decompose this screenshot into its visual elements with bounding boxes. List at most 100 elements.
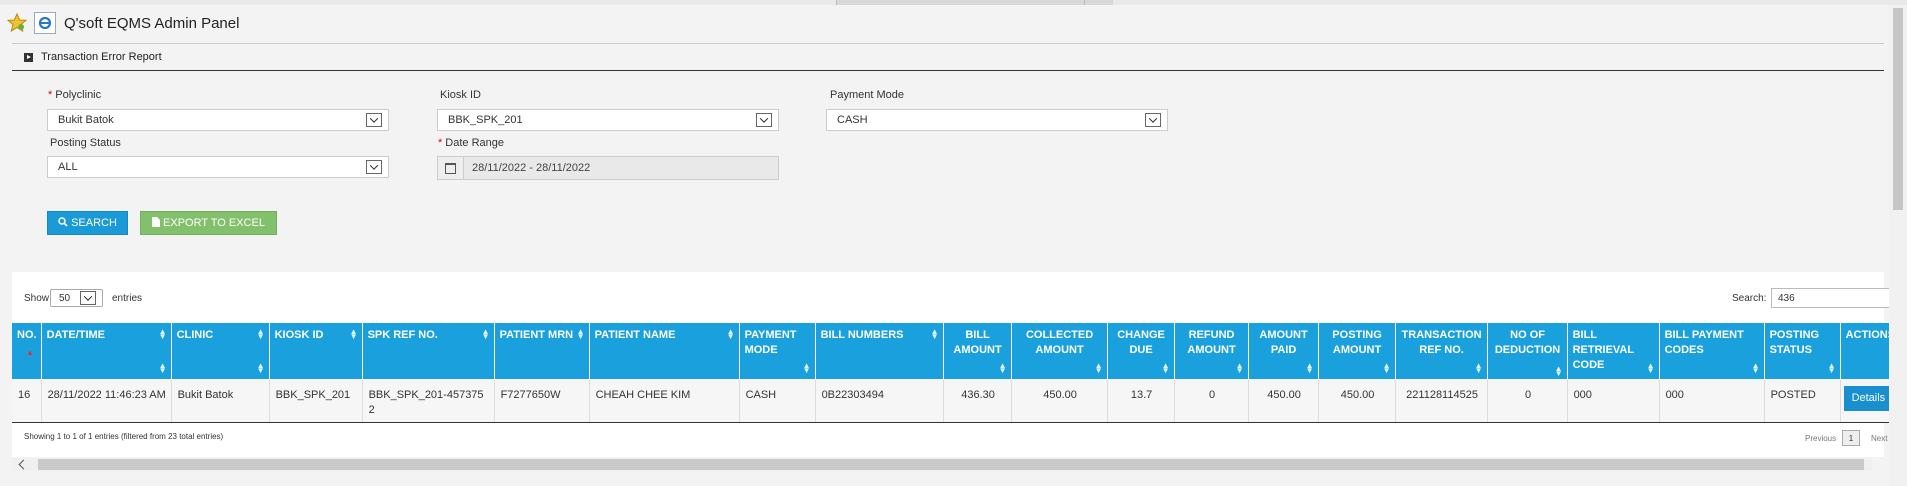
polyclinic-label-text: Polyclinic xyxy=(55,89,102,101)
cell-no-of-deduction: 0 xyxy=(1487,379,1568,423)
horizontal-scroll-thumb[interactable] xyxy=(38,459,1864,470)
sort-icon: ▲ ▼ xyxy=(1161,361,1170,375)
col-transaction-ref-label: TRANSACTION REF NO. xyxy=(1401,329,1482,356)
export-to-excel-button[interactable]: EXPORT TO EXCEL xyxy=(140,211,277,235)
chevron-down-icon[interactable] xyxy=(756,113,772,127)
table-search-input[interactable]: 436 xyxy=(1771,288,1891,308)
kiosk-id-select[interactable]: BBK_SPK_201 xyxy=(437,109,779,131)
posting-status-select[interactable]: ALL xyxy=(47,156,389,178)
kiosk-id-value: BBK_SPK_201 xyxy=(448,114,523,126)
sort-icon: ▲ ▼ xyxy=(481,327,490,341)
payment-mode-select[interactable]: CASH xyxy=(826,109,1168,131)
polyclinic-label: * Polyclinic xyxy=(48,89,101,101)
page-1-button[interactable]: 1 xyxy=(1842,430,1860,446)
polyclinic-select[interactable]: Bukit Batok xyxy=(47,109,389,131)
title-bar: Q'soft EQMS Admin Panel xyxy=(0,6,1907,40)
sort-icon: ▲ ▼ xyxy=(1305,361,1314,375)
payment-mode-label: Payment Mode xyxy=(830,89,904,101)
sort-icon: ▲ ▼ xyxy=(256,361,265,375)
scroll-left-icon[interactable] xyxy=(18,459,29,470)
col-datetime[interactable]: DATE/TIME ▲ ▼ ▲ ▼ xyxy=(41,323,172,379)
cell-payment-mode: CASH xyxy=(739,379,816,423)
chevron-down-icon[interactable] xyxy=(366,113,382,127)
col-refund-amount-label: REFUND AMOUNT xyxy=(1187,329,1236,356)
col-posting-status[interactable]: POSTING STATUS ▲ ▼ xyxy=(1764,323,1841,379)
table-search-label: Search: xyxy=(1732,293,1767,304)
chevron-down-icon[interactable] xyxy=(80,291,96,305)
file-icon xyxy=(152,216,161,230)
payment-mode-value: CASH xyxy=(837,114,868,126)
sort-icon: ▲ ▼ xyxy=(1827,361,1836,375)
sort-icon: ▲ ▼ xyxy=(726,327,735,341)
date-range-label-text: Date Range xyxy=(445,137,504,149)
col-bill-retrieval-code-label: BILL RETRIEVAL CODE xyxy=(1572,329,1634,371)
col-bill-retrieval-code[interactable]: BILL RETRIEVAL CODE ▲ ▼ xyxy=(1567,323,1660,379)
calendar-icon xyxy=(445,162,456,174)
col-payment-mode[interactable]: PAYMENT MODE ▲ ▼ xyxy=(739,323,816,379)
sort-asc-icon: ▲ xyxy=(26,348,34,357)
posting-status-value: ALL xyxy=(58,161,78,173)
browser-tab-button[interactable] xyxy=(1084,0,1113,5)
cell-no: 16 xyxy=(12,379,42,423)
chevron-down-icon[interactable] xyxy=(1145,113,1161,127)
vertical-scroll-thumb[interactable] xyxy=(1893,8,1903,210)
panel-header[interactable]: Transaction Error Report xyxy=(12,44,1884,71)
calendar-addon[interactable] xyxy=(438,157,464,179)
page-length-select[interactable]: 50 xyxy=(50,289,103,307)
sort-icon: ▲ ▼ xyxy=(349,327,358,341)
chevron-down-icon[interactable] xyxy=(366,160,382,174)
col-bill-numbers-label: BILL NUMBERS xyxy=(820,329,904,341)
next-page-link[interactable]: Next xyxy=(1871,434,1887,443)
cell-bill-numbers: 0B22303494 xyxy=(815,379,944,423)
previous-page-link[interactable]: Previous xyxy=(1805,434,1836,443)
col-no[interactable]: NO. ▲ xyxy=(12,323,42,379)
cell-bill-payment-codes: 000 xyxy=(1659,379,1765,423)
col-change-due-label: CHANGE DUE xyxy=(1117,329,1165,356)
col-spk-ref-label: SPK REF NO. xyxy=(367,329,438,341)
col-patient-mrn-label: PATIENT MRN xyxy=(499,329,574,341)
sort-icon: ▲ ▼ xyxy=(1554,364,1563,378)
favorites-star-icon[interactable] xyxy=(6,12,28,34)
browser-tab[interactable] xyxy=(836,0,1085,5)
sort-icon: ▲ ▼ xyxy=(930,327,939,341)
col-transaction-ref[interactable]: TRANSACTION REF NO. ▲ ▼ xyxy=(1395,323,1488,379)
details-button[interactable]: Details xyxy=(1843,386,1894,411)
col-posting-amount[interactable]: POSTING AMOUNT ▲ ▼ xyxy=(1318,323,1396,379)
horizontal-scrollbar[interactable] xyxy=(12,458,1872,471)
expand-toggle-icon[interactable] xyxy=(24,52,33,62)
col-spk-ref[interactable]: SPK REF NO. ▲ ▼ xyxy=(362,323,495,379)
date-range-field[interactable]: 28/11/2022 - 28/11/2022 xyxy=(437,156,779,180)
sort-icon: ▲ ▼ xyxy=(1474,361,1483,375)
col-clinic[interactable]: CLINIC ▲ ▼ ▲ ▼ xyxy=(171,323,270,379)
col-refund-amount[interactable]: REFUND AMOUNT ▲ ▼ xyxy=(1174,323,1249,379)
show-label: Show xyxy=(24,293,50,304)
col-patient-name[interactable]: PATIENT NAME ▲ ▼ xyxy=(589,323,740,379)
table-row[interactable]: 16 28/11/2022 11:46:23 AM Bukit Batok BB… xyxy=(12,379,1901,423)
col-collected-amount-label: COLLECTED AMOUNT xyxy=(1025,329,1094,356)
cell-clinic: Bukit Batok xyxy=(171,379,270,423)
cell-bill-amount: 436.30 xyxy=(943,379,1012,423)
col-collected-amount[interactable]: COLLECTED AMOUNT ▲ ▼ xyxy=(1011,323,1108,379)
col-no-of-deduction[interactable]: NO OF DEDUCTION ▲ ▼ xyxy=(1487,323,1568,379)
table-info: Showing 1 to 1 of 1 entries (filtered fr… xyxy=(24,432,224,441)
col-patient-mrn[interactable]: PATIENT MRN ▲ ▼ xyxy=(494,323,590,379)
col-amount-paid[interactable]: AMOUNT PAID ▲ ▼ xyxy=(1248,323,1319,379)
col-bill-numbers[interactable]: BILL NUMBERS ▲ ▼ xyxy=(815,323,944,379)
col-posting-status-label: POSTING STATUS xyxy=(1769,329,1820,356)
cell-patient-name: CHEAH CHEE KIM xyxy=(589,379,740,423)
col-change-due[interactable]: CHANGE DUE ▲ ▼ xyxy=(1107,323,1175,379)
col-actions-label: ACTIONS xyxy=(1845,329,1896,341)
search-button[interactable]: SEARCH xyxy=(47,211,128,235)
polyclinic-value: Bukit Batok xyxy=(58,114,114,126)
col-bill-amount[interactable]: BILL AMOUNT ▲ ▼ xyxy=(943,323,1012,379)
col-bill-payment-codes[interactable]: BILL PAYMENT CODES ▲ ▼ xyxy=(1659,323,1765,379)
search-button-label: SEARCH xyxy=(71,217,117,229)
col-kiosk-id[interactable]: KIOSK ID ▲ ▼ xyxy=(269,323,363,379)
date-range-label: * Date Range xyxy=(438,137,504,149)
sort-icon: ▲ ▼ xyxy=(1646,361,1655,375)
cell-posting-status: POSTED xyxy=(1764,379,1841,423)
sort-icon: ▲ ▼ xyxy=(998,361,1007,375)
page-length-value: 50 xyxy=(59,292,71,304)
vertical-scrollbar[interactable] xyxy=(1889,6,1907,486)
cell-datetime: 28/11/2022 11:46:23 AM xyxy=(41,379,172,423)
